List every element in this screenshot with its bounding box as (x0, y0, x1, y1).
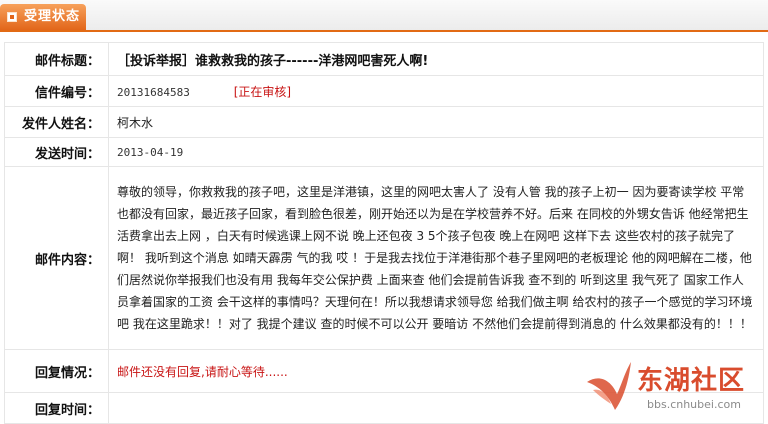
reply-label: 回复情况： (4, 349, 109, 393)
title-label: 邮件标题： (4, 42, 109, 76)
sender-name: 柯木水 (117, 115, 154, 130)
id-label: 信件编号： (4, 75, 109, 107)
mail-title: ［投诉举报］谁救救我的孩子------洋港网吧害死人啊! (117, 53, 429, 69)
reply-time-label: 回复时间： (4, 392, 109, 424)
row-sender: 发件人姓名： 柯木水 (4, 106, 764, 138)
status-badge: [正在审核] (233, 84, 292, 99)
sender-label: 发件人姓名： (4, 106, 109, 138)
tab-label: 受理状态 (24, 9, 81, 24)
watermark: 东湖社区 bbs.cnhubei.com (585, 358, 765, 418)
watermark-name: 东湖社区 (637, 366, 746, 396)
content-label: 邮件内容： (4, 166, 109, 350)
mail-id: 20131684583 (117, 85, 190, 99)
row-id: 信件编号： 20131684583 [正在审核] (4, 75, 764, 107)
reply-status: 邮件还没有回复,请耐心等待...... (117, 364, 288, 379)
watermark-url: bbs.cnhubei.com (647, 398, 741, 411)
row-content: 邮件内容： 尊敬的领导，你救救我的孩子吧，这里是洋港镇，这里的网吧太害人了 没有… (4, 166, 764, 350)
watermark-logo-icon (587, 362, 631, 410)
row-title: 邮件标题： ［投诉举报］谁救救我的孩子------洋港网吧害死人啊! (4, 42, 764, 76)
tab-status[interactable]: 受理状态 (0, 4, 86, 30)
send-time: 2013-04-19 (117, 146, 184, 159)
square-bullet-icon (7, 12, 17, 22)
row-time: 发送时间： 2013-04-19 (4, 137, 764, 167)
mail-content: 尊敬的领导，你救救我的孩子吧，这里是洋港镇，这里的网吧太害人了 没有人管 我的孩… (117, 185, 753, 331)
time-label: 发送时间： (4, 137, 109, 167)
tab-bar: 受理状态 (0, 0, 768, 32)
